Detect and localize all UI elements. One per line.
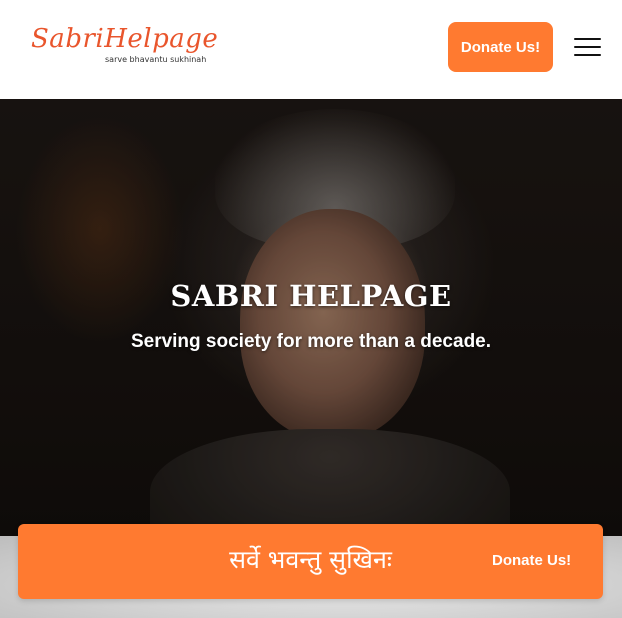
site-header: SabriHelpage sarve bhavantu sukhinah Don…	[0, 0, 622, 99]
hamburger-menu-icon[interactable]	[574, 36, 602, 60]
site-logo[interactable]: SabriHelpage sarve bhavantu sukhinah	[31, 24, 218, 72]
menu-line	[574, 38, 601, 40]
donation-bar: सर्वे भवन्तु सुखिनः Donate Us!	[18, 524, 603, 599]
hero-banner: SABRI HELPAGE Serving society for more t…	[0, 99, 622, 536]
hero-subtitle: Serving society for more than a decade.	[130, 331, 492, 352]
menu-line	[574, 46, 601, 48]
logo-wordmark: SabriHelpage	[31, 24, 219, 54]
donate-bar-button[interactable]: Donate Us!	[492, 552, 571, 569]
menu-line	[574, 54, 601, 56]
donate-button[interactable]: Donate Us!	[448, 22, 553, 72]
hero-title: SABRI HELPAGE	[170, 279, 452, 313]
hero-overlay	[0, 99, 622, 536]
logo-tagline: sarve bhavantu sukhinah	[105, 55, 207, 64]
